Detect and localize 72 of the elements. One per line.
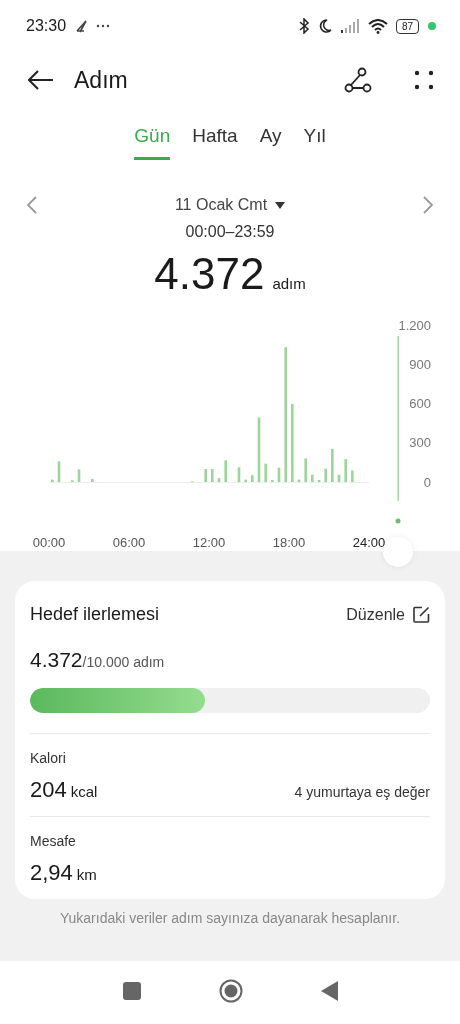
recents-icon[interactable] [122, 981, 141, 1000]
stat-value: 204 [30, 775, 67, 804]
status-dot-icon [428, 22, 436, 30]
stat-value: 2,94 [30, 858, 73, 887]
goal-title: Hedef ilerlemesi [30, 603, 160, 626]
chart-bar [217, 478, 221, 482]
more-options-icon[interactable] [414, 70, 434, 90]
scrubber-dot-icon [395, 518, 401, 524]
stat-unit: km [76, 864, 97, 885]
y-axis-label: 600 [409, 396, 431, 411]
x-axis-label: 18:00 [272, 535, 306, 550]
period-tab[interactable]: Yıl [303, 122, 326, 160]
y-axis-label: 300 [409, 435, 431, 451]
chart-bar [277, 467, 281, 482]
home-icon[interactable] [218, 978, 243, 1003]
bluetooth-icon [297, 18, 310, 34]
chart-bar [297, 479, 301, 482]
caret-icon[interactable] [275, 201, 286, 209]
chart-bar [204, 469, 207, 482]
x-axis-label: 00:00 [32, 535, 66, 550]
x-axis-label: 12:00 [192, 535, 226, 550]
chart-bar [324, 468, 327, 482]
battery-indicator: 87 [395, 18, 419, 34]
chart-bar [77, 469, 81, 482]
step-total: 4.372 [154, 252, 265, 296]
status-time: 23:30 [26, 16, 67, 36]
stat-label: Kalori [30, 748, 67, 768]
stat-equivalent: 4 yumurtaya eş değer [294, 782, 430, 802]
chart-bar [211, 469, 214, 482]
chart-bar [224, 460, 227, 482]
chart-bar [264, 463, 267, 482]
next-icon[interactable] [422, 196, 434, 214]
period-tab[interactable]: Ay [259, 122, 282, 160]
back-nav-icon[interactable] [320, 980, 338, 1001]
y-axis-label: 0 [423, 474, 431, 490]
chart-bar [257, 417, 261, 482]
footnote: Yukarıdaki veriler adım sayınıza dayanarak hesaplanır. [59, 910, 401, 926]
time-range: 00:00–23:59 [185, 223, 275, 240]
chart-bar [91, 479, 94, 482]
share-icon[interactable] [344, 67, 372, 93]
goal-value: 4.372 [30, 647, 83, 673]
chart-bar [244, 479, 247, 482]
back-icon[interactable] [28, 70, 54, 90]
chart-bar [351, 470, 354, 482]
chart-bar [311, 474, 314, 482]
date-selector[interactable]: 11 Ocak Cmt [174, 193, 268, 217]
edit-icon [413, 606, 430, 623]
wifi-icon [367, 18, 388, 34]
chart-bar [57, 461, 61, 482]
chart-bar [304, 458, 307, 482]
x-axis-label: 06:00 [112, 535, 146, 550]
chart-bar [237, 467, 241, 482]
stat-unit: kcal [70, 781, 98, 802]
step-unit: adım [272, 274, 306, 294]
paper-plane-icon [74, 19, 89, 33]
period-tab[interactable]: Hafta [192, 122, 238, 160]
chart-bar [337, 474, 341, 482]
previous-icon[interactable] [26, 196, 38, 214]
chart-bar [331, 449, 334, 482]
y-axis-label: 900 [409, 356, 431, 372]
signal-icon [339, 19, 360, 33]
edit-button[interactable]: Düzenle [346, 602, 430, 627]
chart-bar [51, 479, 54, 482]
stat-label: Mesafe [30, 831, 77, 851]
y-axis-label: 1.200 [398, 317, 431, 333]
moon-icon [317, 18, 332, 34]
chart-bar [344, 459, 347, 482]
chart-bar [251, 475, 254, 482]
more-icon [96, 24, 111, 28]
page-title: Adım [73, 65, 128, 95]
goal-target: /10.000 adım [82, 654, 165, 672]
x-axis-label: 24:00 [352, 535, 386, 550]
